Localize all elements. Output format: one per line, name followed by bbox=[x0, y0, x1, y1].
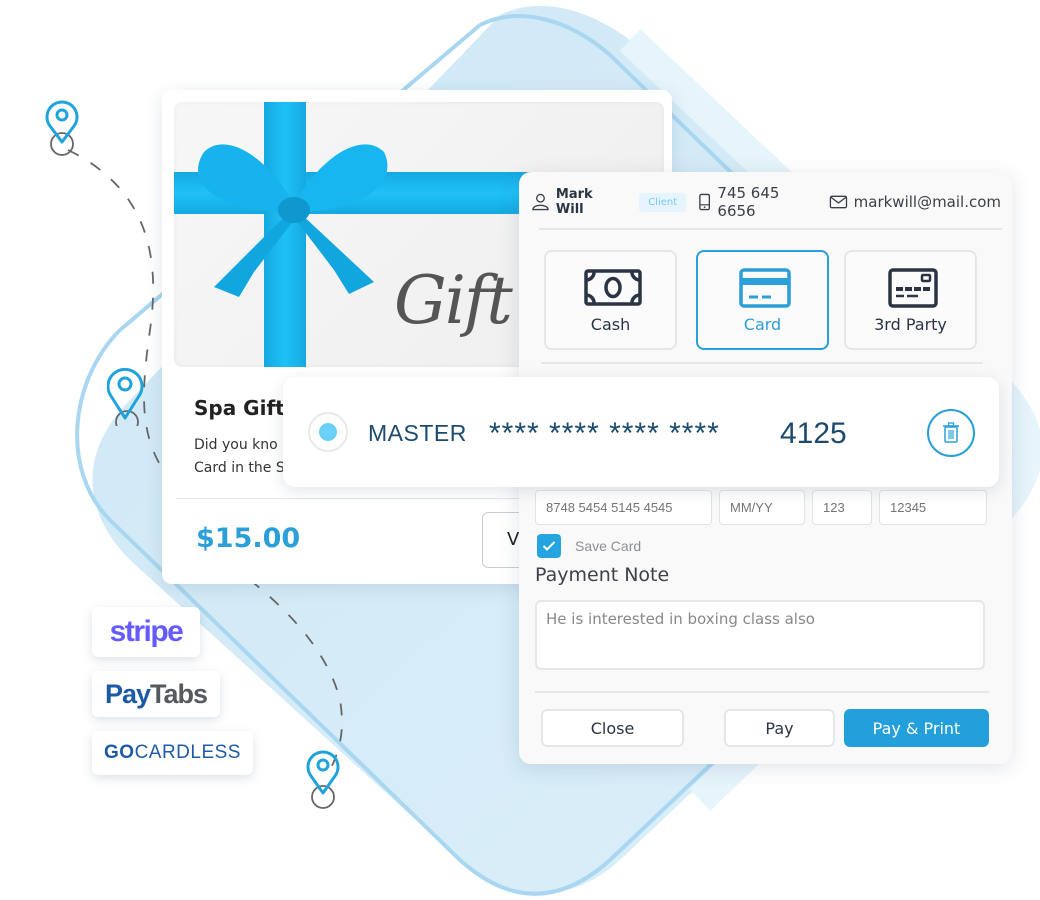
divider bbox=[541, 362, 983, 364]
divider bbox=[535, 691, 989, 693]
bow-icon bbox=[198, 144, 388, 297]
mail-icon bbox=[829, 195, 847, 209]
paytabs-logo-pay: Pay bbox=[104, 678, 151, 709]
card-brand: MASTER bbox=[368, 420, 467, 446]
saved-card-row[interactable]: MASTER **** **** **** **** 4125 bbox=[283, 377, 999, 487]
paytabs-logo: Pay Tabs bbox=[92, 671, 220, 717]
phone-icon bbox=[699, 193, 711, 211]
card-expiry-input[interactable] bbox=[719, 490, 805, 525]
gift-card-price: $15.00 bbox=[196, 523, 301, 554]
user-icon bbox=[532, 193, 549, 211]
pay-and-print-button[interactable]: Pay & Print bbox=[844, 709, 989, 747]
saved-card-radio[interactable] bbox=[308, 412, 348, 452]
client-name: Mark Will bbox=[555, 187, 593, 217]
card-masked-number: **** **** **** **** bbox=[489, 417, 720, 450]
stripe-logo: stripe bbox=[92, 607, 200, 657]
divider bbox=[539, 228, 1002, 230]
client-email: markwill@mail.com bbox=[853, 193, 1002, 211]
save-card-label: Save Card bbox=[575, 538, 642, 554]
delete-card-button[interactable] bbox=[927, 409, 975, 457]
card-number-input[interactable] bbox=[535, 490, 712, 525]
client-phone: 745 645 6656 bbox=[717, 184, 780, 220]
location-pin-icon bbox=[306, 750, 340, 809]
credit-card-icon bbox=[739, 268, 791, 308]
gift-card-title: Spa Gift bbox=[194, 396, 285, 420]
payment-note-input[interactable]: He is interested in boxing class also bbox=[535, 600, 985, 670]
method-label: Cash bbox=[590, 315, 631, 334]
client-info-row: Mark Will Client 745 645 6656 markwill@m… bbox=[531, 184, 1002, 220]
card-cvv-input[interactable] bbox=[812, 490, 872, 525]
check-icon bbox=[542, 541, 556, 551]
gocardless-logo: GO CARDLESS bbox=[92, 731, 253, 775]
method-label: Card bbox=[743, 315, 782, 334]
client-badge: Client bbox=[639, 192, 687, 212]
trash-icon bbox=[943, 422, 959, 443]
location-pin-icon bbox=[107, 367, 144, 426]
payment-method-cash[interactable]: Cash bbox=[544, 250, 677, 350]
close-button[interactable]: Close bbox=[541, 709, 684, 747]
method-label: 3rd Party bbox=[874, 315, 947, 334]
payment-method-card[interactable]: Card bbox=[696, 250, 829, 350]
card-terminal-icon bbox=[888, 268, 938, 308]
pay-button[interactable]: Pay bbox=[724, 709, 835, 747]
card-last-four: 4125 bbox=[780, 417, 847, 450]
save-card-row: Save Card bbox=[537, 534, 641, 558]
card-input-row bbox=[535, 490, 987, 525]
card-zip-input[interactable] bbox=[879, 490, 987, 525]
location-pin-icon bbox=[45, 100, 79, 156]
cash-icon bbox=[584, 269, 642, 306]
paytabs-logo-tabs: Tabs bbox=[150, 678, 208, 709]
gocardless-logo-rest: CARDLESS bbox=[134, 742, 241, 763]
payment-method-3rd-party[interactable]: 3rd Party bbox=[844, 250, 977, 350]
save-card-checkbox[interactable] bbox=[537, 534, 561, 558]
gocardless-logo-go: GO bbox=[104, 742, 135, 763]
payment-note-title: Payment Note bbox=[535, 564, 670, 586]
